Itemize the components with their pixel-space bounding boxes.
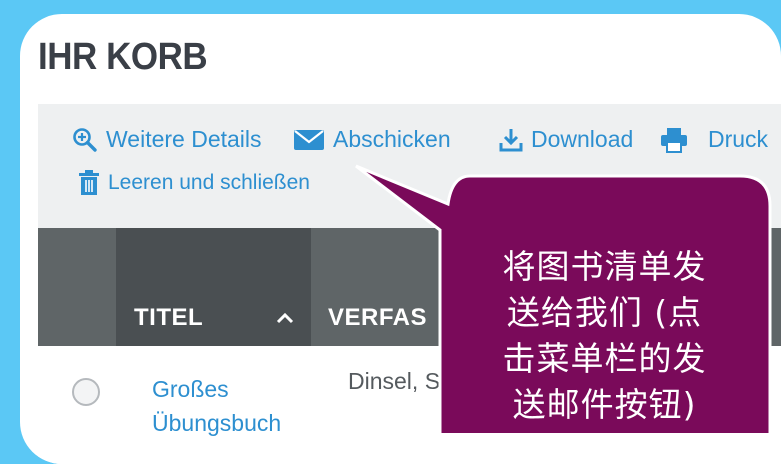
title-header-label: TITEL xyxy=(134,304,204,331)
clear-close-label: Leeren und schließen xyxy=(108,171,310,194)
callout-line: 击菜单栏的发 xyxy=(502,339,707,378)
callout-line: 将图书清单发 xyxy=(502,247,707,286)
download-button[interactable]: Download xyxy=(499,126,633,153)
callout-line: 送邮件按钮) xyxy=(512,385,697,424)
page-title: IHR KORB xyxy=(38,36,208,78)
printer-icon xyxy=(660,127,688,153)
print-label: Druck xyxy=(708,126,769,152)
details-button[interactable]: Weitere Details xyxy=(72,126,262,153)
select-column-header xyxy=(38,228,116,346)
book-title-line1: Großes xyxy=(152,376,229,402)
send-button[interactable]: Abschicken xyxy=(293,126,451,153)
download-icon xyxy=(499,127,523,153)
callout-line: 送给我们 (点 xyxy=(506,293,703,332)
envelope-icon xyxy=(293,128,325,152)
details-label: Weitere Details xyxy=(106,126,262,152)
author-header-label[interactable]: VERFAS xyxy=(328,304,427,332)
book-title-line2: Übungsbuch xyxy=(152,410,282,436)
send-label: Abschicken xyxy=(333,126,451,152)
title-column-header[interactable]: TITEL xyxy=(116,228,311,346)
download-label: Download xyxy=(531,126,634,152)
row-checkbox[interactable] xyxy=(72,378,100,406)
callout-text: 将图书清单发 送给我们 (点 击菜单栏的发 送邮件按钮) xyxy=(452,244,757,428)
chevron-up-icon[interactable] xyxy=(276,312,294,324)
clear-close-button[interactable]: Leeren und schließen xyxy=(78,170,310,196)
book-title-link[interactable]: Großes Übungsbuch xyxy=(152,372,281,440)
toolbar: Weitere Details Abschicken Download Druc… xyxy=(38,104,781,228)
zoom-in-icon xyxy=(72,127,98,153)
author-cell: Dinsel, S xyxy=(348,368,441,394)
print-button[interactable]: Druck xyxy=(660,126,768,153)
trash-icon xyxy=(78,170,100,196)
